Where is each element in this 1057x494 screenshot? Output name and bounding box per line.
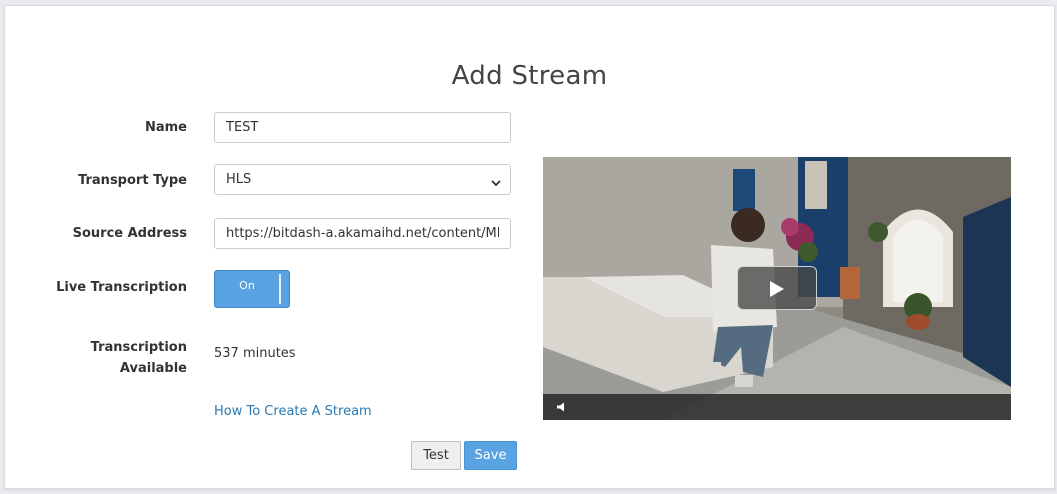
live-transcription-label: Live Transcription (56, 280, 187, 295)
live-transcription-toggle[interactable]: On (214, 270, 290, 308)
transport-type-label: Transport Type (78, 173, 187, 188)
play-button[interactable] (737, 266, 817, 310)
chevron-down-icon (491, 173, 501, 187)
name-label: Name (144, 120, 187, 135)
play-icon (770, 281, 784, 297)
add-stream-panel: Add Stream Name Transport Type HLS Sourc… (4, 5, 1055, 489)
source-address-label: Source Address (72, 226, 187, 241)
how-to-create-stream-link[interactable]: How To Create A Stream (214, 404, 372, 419)
transcription-available-label: Transcription Available (37, 337, 187, 379)
transcription-label-line1: Transcription (90, 340, 187, 355)
transcription-available-value: 537 minutes (214, 346, 296, 361)
transcription-label-line2: Available (119, 361, 187, 376)
test-button[interactable]: Test (411, 441, 461, 470)
transport-type-select[interactable]: HLS (214, 164, 511, 195)
transport-type-value: HLS (214, 164, 511, 195)
name-input[interactable] (214, 112, 511, 143)
toggle-state-label: On (239, 279, 255, 292)
source-address-input[interactable] (214, 218, 511, 249)
save-button[interactable]: Save (464, 441, 517, 470)
video-control-bar (543, 394, 1011, 420)
page-title: Add Stream (451, 61, 608, 91)
toggle-handle (279, 274, 281, 304)
video-player[interactable] (543, 157, 1011, 420)
